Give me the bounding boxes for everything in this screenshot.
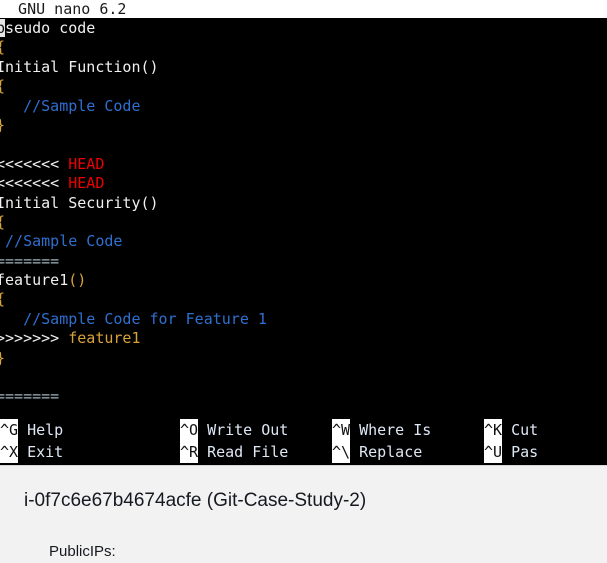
shortcut-help[interactable]: ^G Help	[0, 419, 180, 441]
shortcut-label: Read File	[207, 443, 289, 461]
editor-line: <<<<<<< HEAD	[0, 174, 607, 193]
editor-text: }	[0, 116, 5, 134]
editor-text: feature1	[68, 329, 141, 348]
editor-text: Initial Security()	[0, 193, 159, 212]
editor-text: {	[0, 213, 5, 231]
editor-line: {	[0, 290, 607, 309]
editor-text: <<<<<<<	[0, 174, 69, 193]
nano-editor[interactable]: GNU nano 6.2 pseudo code{Initial Functio…	[0, 0, 607, 465]
nano-edit-area[interactable]: pseudo code{Initial Function(){ //Sample…	[0, 18, 607, 419]
shortcut-row-1: ^G Help ^O Write Out ^W Where Is ^K Cut	[0, 419, 607, 441]
editor-line: //Sample Code	[0, 97, 607, 116]
shortcut-key: ^U	[484, 441, 503, 463]
editor-line: Initial Function()	[0, 58, 607, 77]
editor-text: Initial Function()	[0, 57, 159, 76]
shortcut-write-out[interactable]: ^O Write Out	[180, 419, 332, 441]
editor-text: {	[0, 38, 5, 56]
shortcut-key: ^O	[180, 419, 199, 441]
editor-line: Initial Security()	[0, 194, 607, 213]
terminal-screenshot: GNU nano 6.2 pseudo code{Initial Functio…	[0, 0, 607, 563]
editor-text: HEAD	[68, 174, 105, 193]
shortcut-exit[interactable]: ^X Exit	[0, 441, 180, 463]
instance-info-panel: i-0f7c6e67b4674acfe (Git-Case-Study-2) P…	[0, 465, 607, 563]
shortcut-read-file[interactable]: ^R Read File	[180, 441, 332, 463]
editor-text: =======	[0, 387, 60, 406]
editor-text: ()	[68, 271, 87, 290]
editor-line: }	[0, 116, 607, 135]
editor-text: feature1	[0, 271, 69, 290]
public-ips-label: PublicIPs:	[49, 543, 116, 560]
shortcut-label: Replace	[359, 443, 423, 461]
shortcut-key: ^X	[0, 441, 19, 463]
editor-text: =======	[0, 251, 60, 270]
shortcut-key: ^W	[332, 419, 351, 441]
editor-line: //Sample Code	[0, 232, 607, 251]
shortcut-label: Exit	[27, 443, 64, 461]
editor-text: //Sample Code	[0, 232, 123, 251]
shortcut-key: ^K	[484, 419, 503, 441]
nano-shortcut-bar: ^G Help ^O Write Out ^W Where Is ^K Cut ^X Exit ^…	[0, 418, 607, 465]
shortcut-where-is[interactable]: ^W Where Is	[332, 419, 484, 441]
editor-line: //Sample Code for Feature 1	[0, 310, 607, 329]
editor-line: =======	[0, 252, 607, 271]
shortcut-label: Pas	[511, 443, 539, 461]
editor-text: {	[0, 290, 5, 308]
editor-text: }	[0, 349, 5, 367]
shortcut-label: Write Out	[207, 421, 289, 439]
editor-text: //Sample Code	[0, 96, 141, 115]
shortcut-key: ^R	[180, 441, 199, 463]
shortcut-replace[interactable]: ^\ Replace	[332, 441, 484, 463]
shortcut-key: ^\	[332, 441, 351, 463]
shortcut-cut[interactable]: ^K Cut	[484, 419, 607, 441]
shortcut-label: Help	[27, 421, 64, 439]
editor-text: {	[0, 77, 5, 95]
instance-title: i-0f7c6e67b4674acfe (Git-Case-Study-2)	[24, 490, 367, 511]
editor-line: <<<<<<< HEAD	[0, 155, 607, 174]
editor-line: {	[0, 38, 607, 57]
editor-line: >>>>>>> feature1	[0, 329, 607, 348]
shortcut-row-2: ^X Exit ^R Read File ^\ Replace ^U Pas	[0, 441, 607, 463]
shortcut-pas[interactable]: ^U Pas	[484, 441, 607, 463]
shortcut-label: Where Is	[359, 421, 432, 439]
editor-text: HEAD	[68, 154, 105, 173]
editor-line: =======	[0, 387, 607, 406]
editor-line: pseudo code	[0, 19, 607, 38]
shortcut-label: Cut	[511, 421, 539, 439]
editor-text: <<<<<<<	[0, 154, 69, 173]
editor-text: seudo code	[5, 19, 96, 37]
editor-line: }	[0, 349, 607, 368]
editor-line: feature1()	[0, 271, 607, 290]
editor-text: //Sample Code for Feature 1	[0, 309, 267, 328]
shortcut-key: ^G	[0, 419, 19, 441]
instance-ip-row: PublicIPs: 13.233.206.173 PrivateIPs: 17…	[24, 526, 153, 563]
editor-line: {	[0, 77, 607, 96]
editor-line: {	[0, 213, 607, 232]
editor-text: >>>>>>>	[0, 329, 69, 348]
nano-title-bar: GNU nano 6.2	[0, 0, 607, 18]
